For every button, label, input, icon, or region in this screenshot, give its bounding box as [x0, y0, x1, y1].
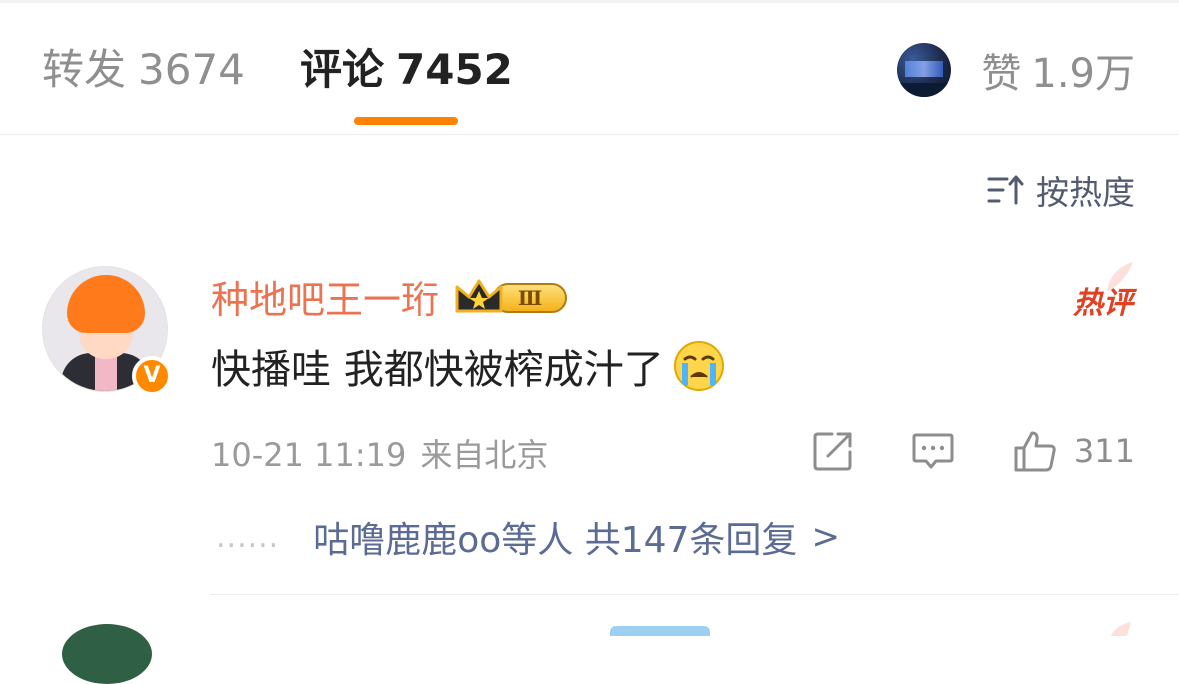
active-tab-indicator: [354, 117, 458, 125]
next-member-badge: [610, 626, 710, 636]
sort-by-hot-button[interactable]: 按热度: [986, 166, 1135, 214]
crown-icon: [455, 279, 503, 313]
comment-actions: 311: [810, 424, 1135, 478]
comment-like-count: 311: [1073, 432, 1135, 470]
avatar-hair: [67, 275, 145, 333]
crying-face-icon: [673, 341, 724, 391]
like-summary: 赞 1.9万: [981, 41, 1135, 99]
share-button[interactable]: [810, 428, 856, 474]
hot-comment-label: 热评: [1073, 286, 1133, 321]
comment-text: 快播哇 我都快被榨成汁了: [211, 347, 664, 393]
tabs-header: 转发 3674 评论 7452 赞 1.9万: [0, 0, 1179, 135]
tab-like[interactable]: 赞 1.9万: [897, 42, 1135, 98]
comment-header: 种地吧王一珩 Ⅲ: [211, 268, 571, 324]
hot-comment-tag: 热评: [1059, 262, 1133, 321]
tab-comment-label: 评论: [300, 45, 385, 94]
comment-username[interactable]: 种地吧王一珩: [211, 269, 439, 324]
tab-repost-label: 转发: [42, 45, 127, 94]
comment-divider: [210, 594, 1179, 595]
share-icon: [813, 432, 852, 471]
thumbs-up-icon: [1014, 431, 1056, 472]
tab-comment[interactable]: 评论 7452: [300, 44, 513, 96]
reply-summary: 咕噜鹿鹿oo等人 共147条回复: [313, 520, 798, 561]
verified-badge-icon: V: [132, 356, 172, 396]
comment-time: 10-21 11:19: [211, 436, 407, 474]
sort-label: 按热度: [1036, 173, 1135, 212]
chevron-right-icon: >: [811, 517, 840, 557]
comment-icon: [912, 433, 954, 469]
member-crown-badge[interactable]: Ⅲ: [453, 273, 571, 319]
comment-content: 快播哇 我都快被榨成汁了: [211, 336, 726, 396]
tab-repost[interactable]: 转发 3674: [42, 44, 245, 96]
tab-comment-count: 7452: [396, 45, 513, 94]
reply-button[interactable]: [910, 428, 956, 474]
next-comment-avatar[interactable]: [62, 624, 152, 684]
reply-dots: ......: [216, 519, 280, 555]
like-label: 赞: [981, 51, 1022, 97]
view-replies-link[interactable]: ...... 咕噜鹿鹿oo等人 共147条回复 >: [216, 510, 840, 564]
comment-meta: 10-21 11:19 来自北京: [211, 430, 548, 476]
like-total: 1.9万: [1031, 51, 1135, 97]
liker-avatar[interactable]: [897, 43, 952, 97]
next-feather-icon: [1111, 622, 1131, 636]
comment-location: 来自北京: [420, 436, 549, 474]
like-button[interactable]: 311: [1012, 428, 1135, 474]
tab-repost-count: 3674: [138, 45, 245, 94]
sort-icon: [987, 175, 1024, 205]
comment-author-avatar[interactable]: V: [42, 266, 172, 396]
